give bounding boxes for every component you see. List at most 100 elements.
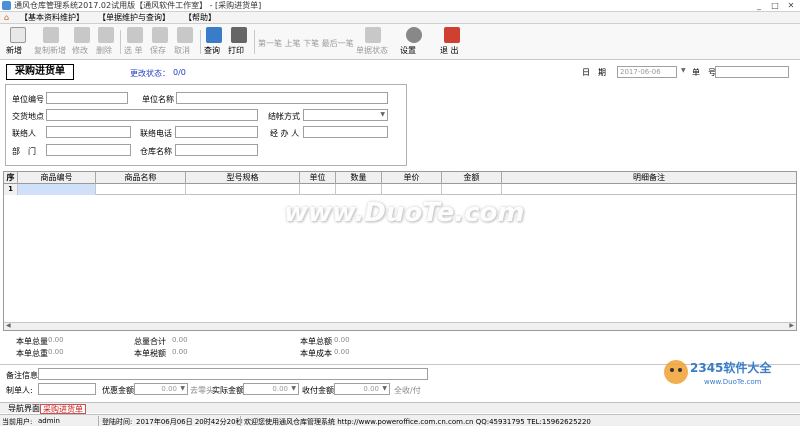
rounding-checkbox-label[interactable]: 去零头 xyxy=(190,385,214,396)
cell-price[interactable] xyxy=(382,184,442,195)
unit-name-field[interactable] xyxy=(176,92,388,104)
document-status-button[interactable]: 单据状态 xyxy=(356,26,390,58)
save-button[interactable]: 保存 xyxy=(150,26,170,58)
copy-icon xyxy=(43,27,59,43)
toolbar-separator xyxy=(120,30,121,54)
copy-new-button[interactable]: 复制新增 xyxy=(34,26,68,58)
chevron-down-icon: ▼ xyxy=(380,111,385,118)
home-icon[interactable]: ⌂ xyxy=(4,13,14,22)
tab-purchase-receipt[interactable]: 采购进货单 xyxy=(40,404,86,414)
date-label: 日 期 xyxy=(582,68,606,77)
grid-header: 序 商品编号 商品名称 型号规格 单位 数量 单价 金额 明细备注 xyxy=(4,172,796,184)
toolbar-separator xyxy=(254,30,255,54)
minimize-button[interactable]: _ xyxy=(752,1,766,11)
warehouse-field[interactable] xyxy=(175,144,258,156)
remark-label: 备注信息 xyxy=(6,371,38,380)
tax-amount-label: 本单税额 xyxy=(134,349,166,358)
col-quantity[interactable]: 数量 xyxy=(336,172,382,184)
contact-field[interactable] xyxy=(46,126,131,138)
delivery-place-label: 交货地点 xyxy=(12,112,44,121)
phone-label: 联络电话 xyxy=(140,129,172,138)
actual-amount-field[interactable]: 0.00 ▼ xyxy=(243,383,299,395)
navigation-tabs: 导航界面 采购进货单 xyxy=(0,402,800,414)
edit-button[interactable]: 修改 xyxy=(72,26,92,58)
menu-document-query[interactable]: 【单据维护与查询】 xyxy=(98,12,170,23)
actual-amount-label: 实际金额 xyxy=(212,386,244,395)
status-value: 0/0 xyxy=(173,68,186,77)
table-row[interactable]: 1 xyxy=(4,184,796,195)
cell-amount[interactable] xyxy=(442,184,502,195)
department-field[interactable] xyxy=(46,144,131,156)
cost-value: 0.00 xyxy=(334,348,350,356)
maker-field[interactable] xyxy=(38,383,96,395)
discount-field[interactable]: 0.00 ▼ xyxy=(134,383,188,395)
cell-item-code[interactable] xyxy=(18,184,96,195)
remark-field[interactable] xyxy=(38,368,428,380)
settlement-select[interactable]: ▼ xyxy=(303,109,388,121)
col-model[interactable]: 型号规格 xyxy=(186,172,300,184)
scroll-right-icon[interactable]: ▶ xyxy=(789,322,794,329)
cell-unit[interactable] xyxy=(300,184,336,195)
cell-remark[interactable] xyxy=(502,184,796,195)
cell-item-name[interactable] xyxy=(96,184,186,195)
col-price[interactable]: 单价 xyxy=(382,172,442,184)
col-remark[interactable]: 明细备注 xyxy=(502,172,796,184)
current-user-value: admin xyxy=(38,417,60,425)
chevron-down-icon: ▼ xyxy=(291,385,296,392)
doc-number-label: 单 号 xyxy=(692,68,716,77)
all-paid-checkbox-label[interactable]: 全收/付 xyxy=(394,385,421,396)
welcome-message: 欢迎您使用通风仓库管理系统 http://www.poweroffice.com… xyxy=(244,418,591,426)
row-number: 1 xyxy=(4,184,18,195)
tax-amount-value: 0.00 xyxy=(172,348,188,356)
settings-button[interactable]: 设置 xyxy=(400,26,428,58)
horizontal-scrollbar[interactable]: ◀ ▶ xyxy=(4,322,796,330)
title-bar: 通风仓库管理系统2017.02试用版【通风软件工作室】 - [采购进货单] _ … xyxy=(0,0,800,12)
col-amount[interactable]: 金额 xyxy=(442,172,502,184)
restore-button[interactable]: □ xyxy=(768,1,782,11)
contact-label: 联络人 xyxy=(12,129,36,138)
print-button[interactable]: 打印 xyxy=(228,26,250,58)
handler-label: 经 办 人 xyxy=(270,129,300,138)
delete-button[interactable]: 删除 xyxy=(96,26,116,58)
col-unit[interactable]: 单位 xyxy=(300,172,336,184)
chevron-down-icon: ▼ xyxy=(180,385,185,392)
form-title: 采购进货单 xyxy=(6,64,74,80)
menu-help[interactable]: 【帮助】 xyxy=(184,12,216,23)
col-item-name[interactable]: 商品名称 xyxy=(96,172,186,184)
tab-navigation[interactable]: 导航界面 xyxy=(6,404,42,414)
menu-basic-data[interactable]: 【基本资料维护】 xyxy=(20,12,84,23)
trash-icon xyxy=(98,27,114,43)
col-seq[interactable]: 序 xyxy=(4,172,18,184)
current-user-label: 当前用户: xyxy=(2,418,33,426)
doc-number-field[interactable] xyxy=(715,66,789,78)
warehouse-label: 仓库名称 xyxy=(140,147,172,156)
new-button[interactable]: 新增 xyxy=(6,26,30,58)
save-icon xyxy=(152,27,168,43)
handler-field[interactable] xyxy=(303,126,388,138)
login-time-label: 登陆时间: xyxy=(102,418,133,426)
paid-amount-field[interactable]: 0.00 ▼ xyxy=(334,383,390,395)
scroll-left-icon[interactable]: ◀ xyxy=(6,322,11,329)
exit-button[interactable]: 退 出 xyxy=(440,26,464,58)
gear-icon xyxy=(406,27,422,43)
cell-model[interactable] xyxy=(186,184,300,195)
phone-field[interactable] xyxy=(175,126,258,138)
col-item-code[interactable]: 商品编号 xyxy=(18,172,96,184)
close-button[interactable]: ✕ xyxy=(784,1,798,11)
exit-icon xyxy=(444,27,460,43)
chevron-down-icon: ▼ xyxy=(382,385,387,392)
items-grid[interactable]: 序 商品编号 商品名称 型号规格 单位 数量 单价 金额 明细备注 1 ◀ ▶ xyxy=(3,171,797,331)
cell-quantity[interactable] xyxy=(336,184,382,195)
delivery-place-field[interactable] xyxy=(46,109,258,121)
record-navigation[interactable]: 第一笔 上笔 下笔 最后一笔 xyxy=(258,38,354,49)
settlement-label: 结帐方式 xyxy=(268,112,300,121)
unit-code-field[interactable] xyxy=(46,92,128,104)
unit-code-label: 单位编号 xyxy=(12,95,44,104)
total-sum-value: 0.00 xyxy=(172,336,188,344)
login-time-value: 2017年06月06日 20时42分20秒 xyxy=(136,418,243,426)
date-field[interactable]: 2017-06-06 xyxy=(617,66,677,78)
query-button[interactable]: 查询 xyxy=(204,26,224,58)
date-dropdown-icon[interactable]: ▼ xyxy=(681,67,686,74)
cancel-button[interactable]: 取消 xyxy=(174,26,196,58)
select-button[interactable]: 选 单 xyxy=(124,26,146,58)
